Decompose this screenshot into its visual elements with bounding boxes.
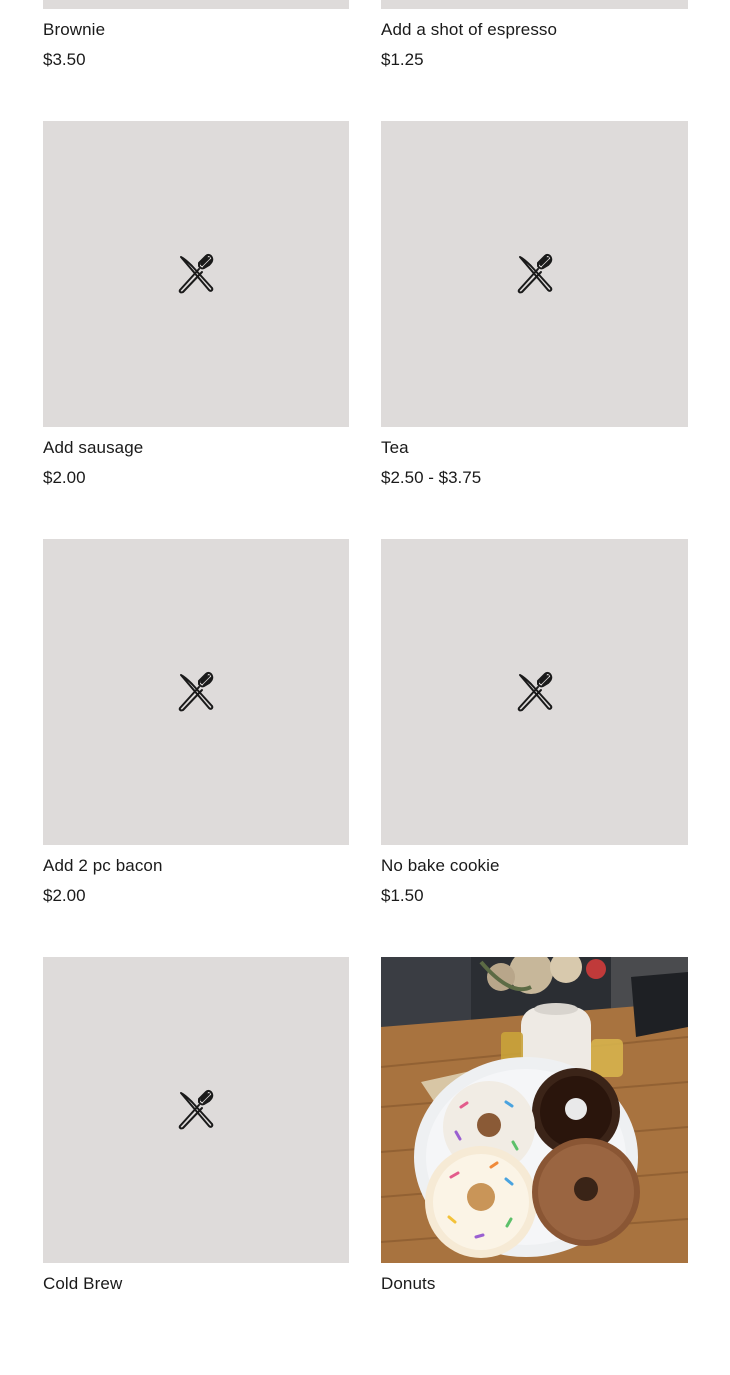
item-price: $3.50 xyxy=(43,50,86,69)
item-image-placeholder[interactable] xyxy=(381,121,688,427)
menu-item-card[interactable]: Add a shot of espresso $1.25 xyxy=(381,0,688,121)
menu-grid: Brownie $3.50 Add a shot of espresso $1.… xyxy=(43,0,688,1375)
menu-item-card[interactable]: Add 2 pc bacon $2.00 xyxy=(43,539,349,957)
item-name[interactable]: Tea xyxy=(381,438,688,458)
item-name[interactable]: No bake cookie xyxy=(381,856,688,876)
item-name[interactable]: Add sausage xyxy=(43,438,349,458)
donuts-photo[interactable] xyxy=(381,957,688,1263)
menu-item-card[interactable]: Add sausage $2.00 xyxy=(43,121,349,539)
utensils-icon xyxy=(517,253,552,294)
utensils-icon xyxy=(517,671,552,712)
item-price: $2.00 xyxy=(43,468,86,487)
utensils-icon xyxy=(178,253,214,294)
item-image-placeholder[interactable] xyxy=(43,121,349,427)
item-image-placeholder[interactable] xyxy=(43,0,349,9)
item-price: $1.25 xyxy=(381,50,424,69)
item-image-placeholder[interactable] xyxy=(381,539,688,845)
item-name[interactable]: Cold Brew xyxy=(43,1274,349,1294)
menu-item-card[interactable]: Cold Brew xyxy=(43,957,349,1375)
item-name[interactable]: Brownie xyxy=(43,20,349,40)
item-name[interactable]: Add a shot of espresso xyxy=(381,20,688,40)
item-price: $1.50 xyxy=(381,886,424,905)
menu-item-card[interactable]: Brownie $3.50 xyxy=(43,0,349,121)
item-name[interactable]: Donuts xyxy=(381,1274,688,1294)
item-price: $2.50 - $3.75 xyxy=(381,468,482,487)
utensils-icon xyxy=(178,1089,214,1130)
donuts-photo-image xyxy=(381,957,688,1263)
menu-item-card[interactable]: Tea $2.50 - $3.75 xyxy=(381,121,688,539)
item-name[interactable]: Add 2 pc bacon xyxy=(43,856,349,876)
item-image-placeholder[interactable] xyxy=(43,539,349,845)
item-image-placeholder[interactable] xyxy=(381,0,688,9)
utensils-icon xyxy=(178,671,214,712)
menu-item-card[interactable]: Donuts xyxy=(381,957,688,1375)
menu-item-card[interactable]: No bake cookie $1.50 xyxy=(381,539,688,957)
item-image-placeholder[interactable] xyxy=(43,957,349,1263)
item-price: $2.00 xyxy=(43,886,86,905)
